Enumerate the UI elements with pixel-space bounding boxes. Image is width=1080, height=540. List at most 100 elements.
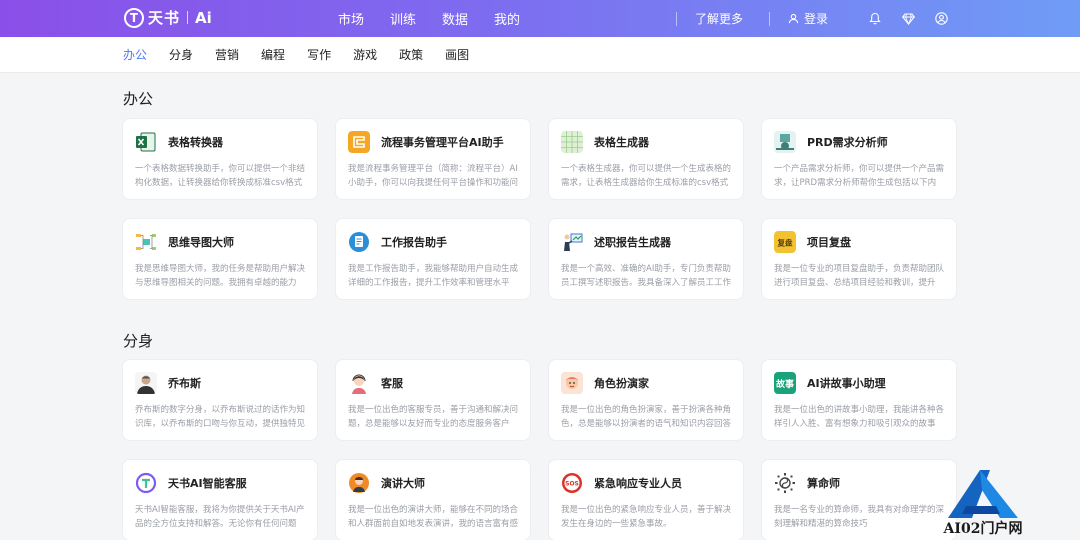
card-description: 一个表格生成器，你可以提供一个生成表格的需求，让表格生成器给你生成标准的csv格… [561,164,731,188]
tab-drawing[interactable]: 画图 [445,46,469,63]
card-header: 角色扮演家 [561,371,731,395]
card-title: 天书AI智能客服 [168,477,247,490]
agent-card[interactable]: 表格生成器 一个表格生成器，你可以提供一个生成表格的需求，让表格生成器给你生成标… [548,118,744,200]
card-header: 故事 AI讲故事小助理 [774,371,944,395]
tab-programming[interactable]: 编程 [261,46,285,63]
card-title: 流程事务管理平台AI助手 [381,136,504,149]
card-header: 算命师 [774,471,944,495]
login-button[interactable]: 登录 [788,10,828,27]
presenter-icon [561,231,583,253]
category-tabs: 办公 分身 营销 编程 写作 游戏 政策 画图 [0,37,1080,73]
agent-card[interactable]: 流程事务管理平台AI助手 我是流程事务管理平台（简称：流程平台）AI小助手，你可… [335,118,531,200]
card-title: 工作报告助手 [381,236,447,249]
card-title: 表格转换器 [168,136,223,149]
card-description: 我是一名专业的算命师，我具有对命理学的深刻理解和精湛的算命技巧 [774,505,944,529]
user-circle-icon[interactable] [934,12,948,26]
agent-card[interactable]: 客服 我是一位出色的客服专员，善于沟通和解决问题，总是能够以友好而专业的态度服务… [335,359,531,441]
office-card-grid: 表格转换器 一个表格数据转换助手，你可以提供一个非结构化数据，让转换器给你转换成… [122,118,958,300]
card-title: 表格生成器 [594,136,649,149]
card-header: SOS 紧急响应专业人员 [561,471,731,495]
agent-card[interactable]: 乔布斯 乔布斯的数字分身，以乔布斯说过的话作为知识库，以乔布斯的口吻与你互动，提… [122,359,318,441]
sos-icon: SOS [561,472,583,494]
review-badge-icon: 复盘 [774,231,796,253]
avatar-card-grid: 乔布斯 乔布斯的数字分身，以乔布斯说过的话作为知识库，以乔布斯的口吻与你互动，提… [122,359,958,540]
card-description: 我是一位出色的紧急响应专业人员，善于解决发生在身边的一些紧急事故。 [561,505,731,529]
login-label: 登录 [803,12,828,26]
svg-text:复盘: 复盘 [777,238,793,248]
card-title: 客服 [381,377,403,390]
agent-card[interactable]: 工作报告助手 我是工作报告助手，我能够帮助用户自动生成详细的工作报告，提升工作效… [335,218,531,300]
agent-card[interactable]: 算命师 我是一名专业的算命师，我具有对命理学的深刻理解和精湛的算命技巧 [761,459,957,540]
header-actions: 了解更多 登录 [675,0,1080,37]
nav-market[interactable]: 市场 [338,9,364,28]
section-title-office: 办公 [123,90,154,108]
card-description: 我是工作报告助手，我能够帮助用户自动生成详细的工作报告，提升工作效率和管理水平 [348,264,518,288]
card-header: PRD需求分析师 [774,130,944,154]
section-title-avatar: 分身 [123,332,154,350]
brand-logo[interactable]: T 天书 Ai [124,7,212,28]
user-icon [788,13,799,24]
agent-card[interactable]: 思维导图大师 我是思维导图大师，我的任务是帮助用户解决与思维导图相关的问题。我拥… [122,218,318,300]
nav-mine[interactable]: 我的 [494,9,520,28]
ai02-logo-icon [948,470,1018,518]
card-description: 我是一位出色的演讲大师，能够在不同的场合和人群面前自如地发表演讲，我的语言富有感… [348,505,518,529]
ai02-watermark: AI02门户网 [936,466,1030,540]
card-header: 天书AI智能客服 [135,471,305,495]
tab-marketing[interactable]: 营销 [215,46,239,63]
card-description: 天书AI智能客服，我将为你提供关于天书AI产品的全方位支持和解答。无论你有任何问… [135,505,305,529]
tianshu-logo-icon: T [124,7,144,28]
card-title: 演讲大师 [381,477,425,490]
card-header: 客服 [348,371,518,395]
watermark-text: AI02门户网 [943,521,1023,537]
card-header: 流程事务管理平台AI助手 [348,130,518,154]
divider [675,11,677,26]
tab-games[interactable]: 游戏 [353,46,377,63]
excel-icon [135,131,157,153]
card-description: 我是流程事务管理平台（简称：流程平台）AI小助手，你可以向我提任何平台操作和功能… [348,164,518,188]
nav-data[interactable]: 数据 [442,9,468,28]
agent-card[interactable]: 述职报告生成器 我是一个高效、准确的AI助手，专门负责帮助员工撰写述职报告。我具… [548,218,744,300]
brand-ai: Ai [195,8,212,27]
card-title: PRD需求分析师 [807,136,888,149]
card-title: 乔布斯 [168,377,201,390]
card-description: 乔布斯的数字分身，以乔布斯说过的话作为知识库，以乔布斯的口吻与你互动，提供独特见… [135,405,305,429]
agent-card[interactable]: PRD需求分析师 一个产品需求分析师，你可以提供一个产品需求，让PRD需求分析师… [761,118,957,200]
card-header: 工作报告助手 [348,230,518,254]
agent-card[interactable]: 故事 AI讲故事小助理 我是一位出色的讲故事小助理，我能讲各种各样引人入胜、富有… [761,359,957,441]
top-navbar: T 天书 Ai 市场 训练 数据 我的 了解更多 登录 [0,0,1080,37]
tab-office[interactable]: 办公 [123,46,147,63]
agent-card[interactable]: 演讲大师 我是一位出色的演讲大师，能够在不同的场合和人群面前自如地发表演讲，我的… [335,459,531,540]
divider [768,11,770,26]
card-title: 角色扮演家 [594,377,649,390]
diamond-icon[interactable] [901,12,915,26]
bell-icon[interactable] [868,12,882,26]
card-description: 我是一位出色的角色扮演家，善于扮演各种角色，总是能够以扮演者的语气和知识内容回答 [561,405,731,429]
tianshu-logo-icon [135,472,157,494]
card-header: 表格生成器 [561,130,731,154]
agent-card[interactable]: 角色扮演家 我是一位出色的角色扮演家，善于扮演各种角色，总是能够以扮演者的语气和… [548,359,744,441]
grid-table-icon [561,131,583,153]
nav-train[interactable]: 训练 [390,9,416,28]
card-title: 紧急响应专业人员 [594,477,682,490]
learn-more-link[interactable]: 了解更多 [695,10,743,27]
card-title: 算命师 [807,477,840,490]
speaker-icon [348,472,370,494]
svg-text:故事: 故事 [776,378,794,390]
card-header: 表格转换器 [135,130,305,154]
tab-policy[interactable]: 政策 [399,46,423,63]
agent-card[interactable]: 天书AI智能客服 天书AI智能客服，我将为你提供关于天书AI产品的全方位支持和解… [122,459,318,540]
card-description: 我是思维导图大师，我的任务是帮助用户解决与思维导图相关的问题。我拥有卓越的能力 [135,264,305,288]
agent-card[interactable]: SOS 紧急响应专业人员 我是一位出色的紧急响应专业人员，善于解决发生在身边的一… [548,459,744,540]
card-description: 一个产品需求分析师，你可以提供一个产品需求，让PRD需求分析师帮你生成包括以下内… [774,164,944,188]
tab-avatar[interactable]: 分身 [169,46,193,63]
tab-writing[interactable]: 写作 [307,46,331,63]
card-description: 我是一位专业的项目复盘助手，负责帮助团队进行项目复盘、总结项目经验和教训，提升 [774,264,944,288]
agent-card[interactable]: 表格转换器 一个表格数据转换助手，你可以提供一个非结构化数据，让转换器给你转换成… [122,118,318,200]
card-header: 述职报告生成器 [561,230,731,254]
svg-text:SOS: SOS [565,480,579,487]
main-nav: 市场 训练 数据 我的 [338,0,546,37]
mindmap-icon [135,231,157,253]
agent-card[interactable]: 复盘 项目复盘 我是一位专业的项目复盘助手，负责帮助团队进行项目复盘、总结项目经… [761,218,957,300]
report-icon [348,231,370,253]
card-description: 我是一个高效、准确的AI助手，专门负责帮助员工撰写述职报告。我具备深入了解员工工… [561,264,731,288]
